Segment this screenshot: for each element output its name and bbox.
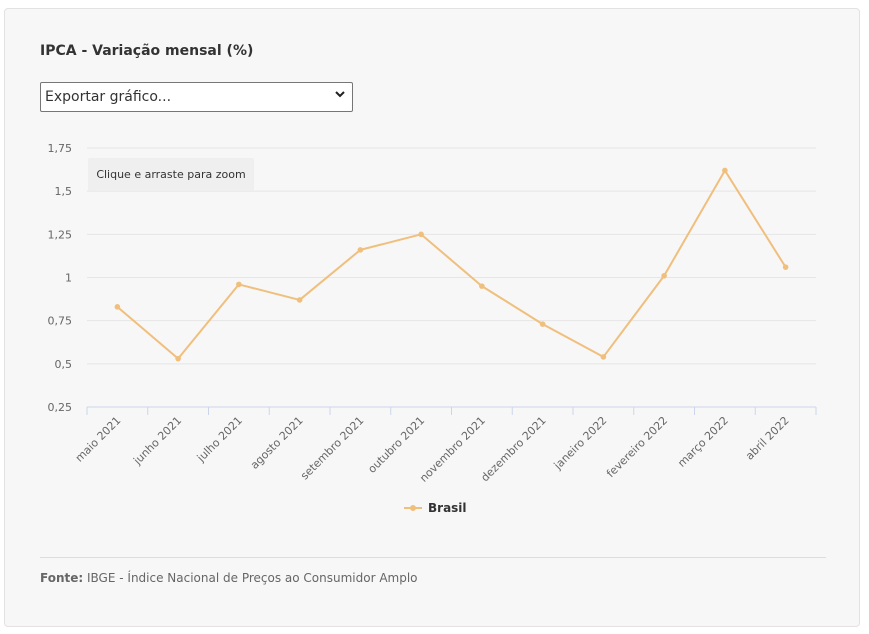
x-tick-label: março 2022 bbox=[675, 414, 731, 470]
x-tick-label: novembro 2021 bbox=[417, 414, 488, 485]
x-tick-label: fevereiro 2022 bbox=[604, 414, 670, 480]
x-tick-label: maio 2021 bbox=[73, 414, 124, 465]
data-point[interactable] bbox=[539, 321, 546, 327]
y-tick-label: 1,5 bbox=[55, 185, 73, 198]
legend-item-brasil[interactable]: Brasil bbox=[404, 500, 467, 516]
y-tick-label: 1 bbox=[65, 272, 72, 285]
x-tick-label: abril 2022 bbox=[743, 414, 792, 463]
series-brasil bbox=[114, 167, 789, 362]
y-axis-labels: 0,25 0,5 0,75 1 1,25 1,5 1,75 bbox=[48, 142, 73, 414]
data-point[interactable] bbox=[600, 354, 607, 360]
y-tick-label: 1,75 bbox=[48, 142, 73, 155]
x-tick-label: agosto 2021 bbox=[248, 414, 306, 472]
legend-label: Brasil bbox=[428, 501, 467, 515]
source-text: IBGE - Índice Nacional de Preços ao Cons… bbox=[87, 571, 418, 585]
data-point[interactable] bbox=[296, 297, 303, 303]
x-tick-label: janeiro 2022 bbox=[551, 414, 610, 473]
data-point[interactable] bbox=[175, 355, 181, 362]
y-tick-label: 1,25 bbox=[48, 228, 73, 241]
line-chart[interactable]: 0,25 0,5 0,75 1 1,25 1,5 1,75 maio 2021 junho 2… bbox=[0, 0, 869, 634]
data-point[interactable] bbox=[661, 272, 667, 279]
x-tick-label: dezembro 2021 bbox=[478, 414, 548, 484]
y-tick-label: 0,75 bbox=[48, 315, 73, 328]
data-point[interactable] bbox=[114, 304, 121, 310]
data-point[interactable] bbox=[479, 283, 485, 289]
data-point[interactable] bbox=[418, 231, 424, 238]
series-line bbox=[116, 169, 787, 360]
data-point[interactable] bbox=[236, 281, 242, 288]
zoom-hint-tooltip: Clique e arraste para zoom bbox=[88, 158, 254, 191]
legend-line-marker-icon bbox=[404, 505, 422, 511]
data-point[interactable] bbox=[782, 264, 789, 270]
footer-divider bbox=[40, 557, 826, 558]
data-point[interactable] bbox=[357, 247, 364, 253]
y-tick-label: 0,5 bbox=[55, 358, 73, 371]
x-tick-label: outubro 2021 bbox=[365, 414, 427, 476]
x-tick-label: setembro 2021 bbox=[298, 414, 366, 482]
x-tick-label: junho 2021 bbox=[130, 414, 184, 468]
y-tick-label: 0,25 bbox=[48, 401, 73, 414]
data-point[interactable] bbox=[722, 167, 728, 174]
source-label: Fonte: bbox=[40, 571, 84, 585]
source-note: Fonte: IBGE - Índice Nacional de Preços … bbox=[40, 571, 418, 585]
x-tick-label: julho 2021 bbox=[194, 414, 245, 465]
x-axis: maio 2021 junho 2021 julho 2021 agosto 2021… bbox=[73, 406, 817, 485]
